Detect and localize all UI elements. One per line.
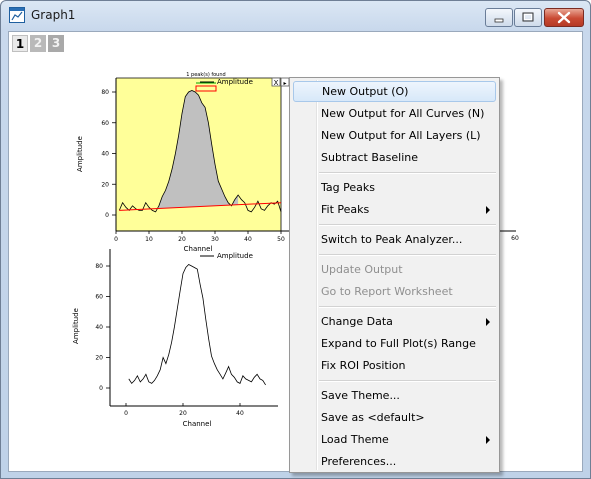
roi-menu-button[interactable]: ▸ — [280, 77, 290, 87]
y-tick-label: 40 — [95, 324, 103, 331]
menu-separator — [319, 254, 496, 256]
submenu-arrow-icon — [486, 318, 490, 326]
y-tick-label: 20 — [101, 181, 109, 188]
x-tick-label: 10 — [145, 236, 153, 243]
y-tick-label: 40 — [101, 151, 109, 158]
menu-item-tag-peaks[interactable]: Tag Peaks — [293, 177, 496, 198]
x-tick-label: 50 — [277, 236, 285, 243]
top-y-axis-title: Amplitude — [76, 136, 84, 172]
menu-item-expand-to-full-range[interactable]: Expand to Full Plot(s) Range — [293, 333, 496, 354]
menu-item-change-data[interactable]: Change Data — [293, 311, 496, 332]
x-tick-label: 0 — [124, 410, 128, 417]
minimize-button[interactable] — [485, 8, 513, 27]
menu-item-go-to-report-worksheet: Go to Report Worksheet — [321, 285, 453, 298]
bottom-plot: Amplitude 0 20 40 0 20 40 60 80 Channel Amplitu… — [72, 249, 278, 428]
x-tick-label: 30 — [211, 236, 219, 243]
top-legend-label: Amplitude — [217, 78, 253, 86]
menu-item-fix-roi-position[interactable]: Fix ROI Position — [293, 355, 496, 376]
menu-item-fit-peaks-label: Fit Peaks — [321, 203, 370, 216]
window-title: Graph1 — [31, 8, 76, 22]
y-tick-label: 60 — [95, 294, 103, 301]
y-tick-label: 80 — [95, 263, 103, 270]
menu-item-save-as-default[interactable]: Save as <default> — [293, 407, 496, 428]
bottom-y-axis-title: Amplitude — [72, 308, 80, 344]
menu-item-switch-to-peak-analyzer[interactable]: Switch to Peak Analyzer... — [293, 229, 496, 250]
y-tick-label: 80 — [101, 89, 109, 96]
y-tick-label: 60 — [101, 120, 109, 127]
graph-window-icon[interactable] — [9, 7, 25, 23]
submenu-arrow-icon — [486, 436, 490, 444]
menu-item-subtract-baseline[interactable]: Subtract Baseline — [293, 147, 496, 168]
menu-item-new-output-all-curves[interactable]: New Output for All Curves (N) — [293, 103, 496, 124]
x-tick-label: 40 — [244, 236, 252, 243]
roi-context-menu: New Output (O) New Output for All Curves… — [289, 77, 500, 473]
y-tick-label: 0 — [105, 212, 109, 219]
menu-separator — [319, 224, 496, 226]
bottom-legend-label: Amplitude — [217, 252, 253, 260]
menu-item-new-output-all-layers[interactable]: New Output for All Layers (L) — [293, 125, 496, 146]
close-button[interactable] — [544, 8, 584, 27]
bottom-axis-ticks: 0 20 40 0 20 40 60 80 — [95, 263, 244, 417]
title-bar[interactable]: Graph1 — [1, 1, 590, 31]
top-x-axis-title: Channel — [184, 245, 213, 253]
menu-item-new-output[interactable]: New Output (O) — [293, 81, 496, 102]
menu-item-load-theme-label: Load Theme — [321, 433, 389, 446]
menu-separator — [319, 380, 496, 382]
menu-item-save-theme[interactable]: Save Theme... — [293, 385, 496, 406]
roi-close-label[interactable]: X — [274, 79, 279, 87]
x-tick-label: 20 — [178, 236, 186, 243]
menu-item-change-data-label: Change Data — [321, 315, 393, 328]
menu-item-load-theme[interactable]: Load Theme — [293, 429, 496, 450]
menu-item-preferences[interactable]: Preferences... — [293, 451, 496, 472]
maximize-button[interactable] — [514, 8, 542, 27]
menu-separator — [319, 306, 496, 308]
menu-item-update-output: Update Output — [321, 263, 403, 276]
y-tick-label: 0 — [99, 385, 103, 392]
bottom-data-curve — [128, 264, 266, 386]
submenu-arrow-icon — [486, 206, 490, 214]
x-tick-label: 20 — [179, 410, 187, 417]
roi-menu-label[interactable]: ▸ — [283, 80, 286, 87]
x-tick-label: 40 — [236, 410, 244, 417]
y-tick-label: 20 — [95, 355, 103, 362]
top-x-tick-partial: 60 — [511, 235, 519, 242]
roi-close-button[interactable]: X — [271, 77, 281, 87]
bottom-x-axis-title: Channel — [183, 420, 212, 428]
x-tick-label: 0 — [114, 236, 118, 243]
menu-separator — [319, 172, 496, 174]
graph-window: Graph1 1 2 3 1 peak(s) found Amplitude X… — [0, 0, 591, 479]
menu-item-fit-peaks[interactable]: Fit Peaks — [293, 199, 496, 220]
